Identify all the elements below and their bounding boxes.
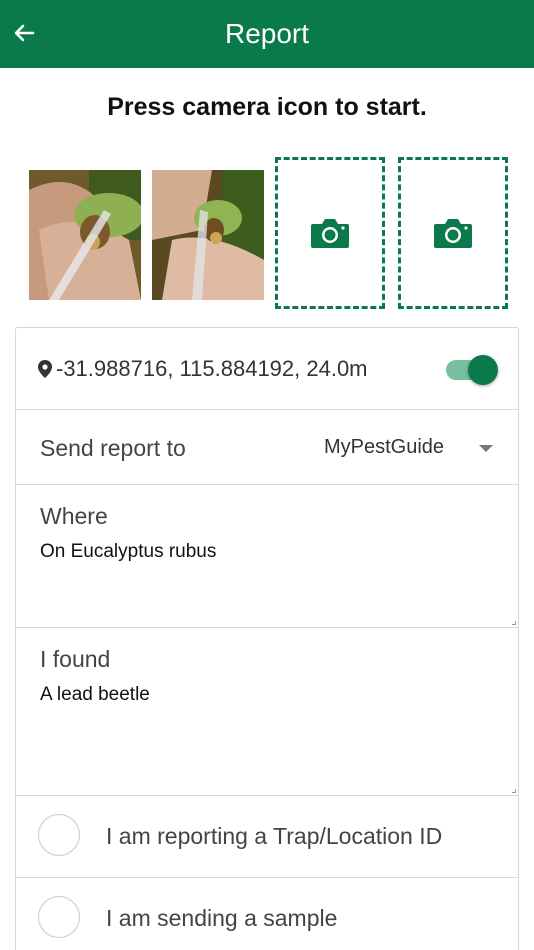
map-pin-icon bbox=[38, 360, 52, 378]
report-form-card: -31.988716, 115.884192, 24.0m Send repor… bbox=[15, 327, 519, 950]
photo-thumbnail-2[interactable] bbox=[152, 170, 264, 300]
page-title: Report bbox=[224, 18, 310, 49]
where-label: Where bbox=[40, 503, 108, 529]
send-report-label: Send report to bbox=[40, 435, 186, 461]
trap-radio[interactable] bbox=[38, 814, 80, 856]
photo-thumbnail-1[interactable] bbox=[29, 170, 141, 300]
camera-icon bbox=[311, 219, 349, 248]
resize-handle-icon[interactable] bbox=[512, 789, 516, 793]
send-report-value: MyPestGuide bbox=[324, 436, 445, 458]
location-row: -31.988716, 115.884192, 24.0m bbox=[16, 328, 518, 410]
sample-option-label[interactable]: I am sending a sample bbox=[106, 905, 337, 932]
found-input[interactable]: A lead beetle bbox=[40, 684, 500, 706]
camera-slot-3[interactable] bbox=[275, 157, 385, 309]
sample-radio[interactable] bbox=[38, 896, 80, 938]
instruction-text: Press camera icon to start. bbox=[107, 93, 427, 121]
where-input[interactable]: On Eucalyptus rubus bbox=[40, 541, 500, 563]
toggle-thumb bbox=[468, 355, 498, 385]
location-toggle[interactable] bbox=[444, 354, 498, 385]
send-report-row: Send report to MyPestGuide bbox=[16, 410, 518, 485]
camera-icon bbox=[434, 219, 472, 248]
app-bar: Report bbox=[0, 0, 534, 68]
resize-handle-icon[interactable] bbox=[512, 621, 516, 625]
dropdown-arrow-icon bbox=[479, 445, 493, 452]
trap-option-row[interactable]: I am reporting a Trap/Location ID bbox=[16, 796, 518, 878]
camera-slot-4[interactable] bbox=[398, 157, 508, 309]
found-label: I found bbox=[40, 646, 111, 672]
found-field[interactable]: I found A lead beetle bbox=[16, 628, 518, 796]
location-coordinates: -31.988716, 115.884192, 24.0m bbox=[56, 356, 368, 381]
sample-option-row[interactable]: I am sending a sample bbox=[16, 878, 518, 950]
where-field[interactable]: Where On Eucalyptus rubus bbox=[16, 485, 518, 628]
send-report-select[interactable]: MyPestGuide bbox=[316, 428, 506, 468]
trap-option-label[interactable]: I am reporting a Trap/Location ID bbox=[106, 823, 442, 850]
